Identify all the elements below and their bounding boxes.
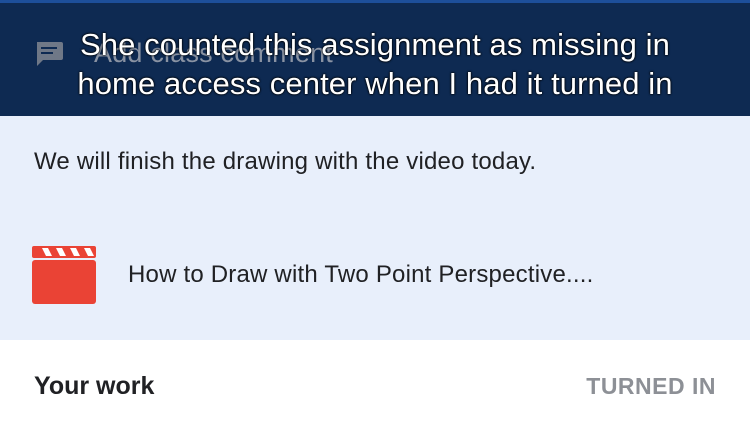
turned-in-status: TURNED IN: [586, 373, 716, 399]
video-clapperboard-icon: [32, 246, 96, 304]
assignment-details: We will finish the drawing with the vide…: [0, 116, 750, 340]
top-banner: Add class comment She counted this assig…: [0, 0, 750, 116]
classroom-screen: Add class comment She counted this assig…: [0, 0, 750, 421]
assignment-instructions: We will finish the drawing with the vide…: [34, 148, 537, 175]
caption-line-2: home access center when I had it turned …: [77, 66, 673, 101]
caption-line-1: She counted this assignment as missing i…: [80, 27, 670, 62]
attachment-title: How to Draw with Two Point Perspective..…: [128, 261, 594, 288]
meme-caption: She counted this assignment as missing i…: [0, 25, 750, 103]
your-work-label: Your work: [34, 372, 155, 400]
your-work-row[interactable]: Your work TURNED IN: [0, 340, 750, 421]
video-attachment[interactable]: How to Draw with Two Point Perspective..…: [32, 246, 593, 304]
